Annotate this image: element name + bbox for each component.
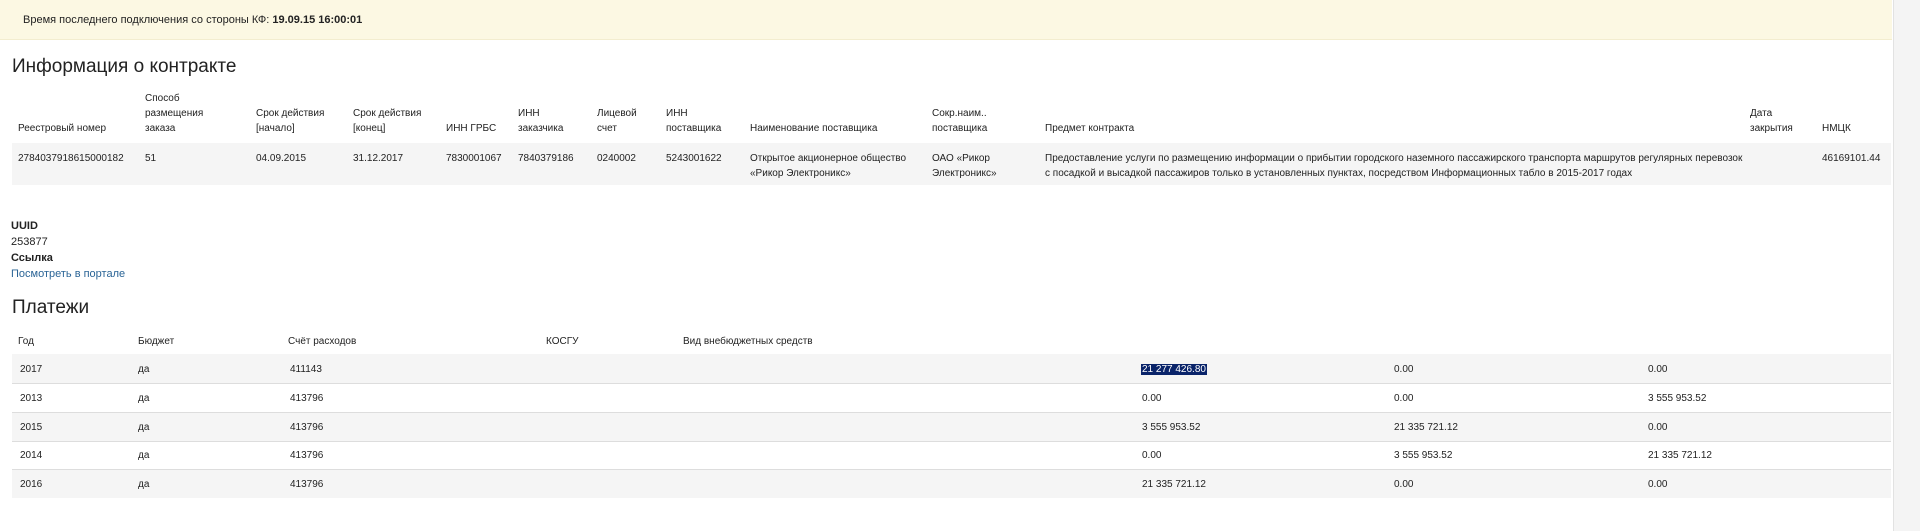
vertical-scrollbar[interactable]: [1893, 0, 1920, 531]
cell-expense-account: 411143: [290, 364, 322, 375]
cell-inn-grbs: 7830001067: [446, 153, 502, 164]
portal-link[interactable]: Посмотреть в портале: [11, 268, 125, 280]
cell-expense-account: 413796: [290, 422, 324, 433]
last-connection-label: Время последнего подключения со стороны …: [23, 14, 273, 26]
cell-start: 04.09.2015: [256, 153, 307, 164]
th-subject: Предмет контракта: [1045, 123, 1135, 134]
th-start: Срок действия [начало]: [256, 108, 325, 134]
last-connection-banner: Время последнего подключения со стороны …: [0, 0, 1892, 40]
cell-amount-3: 0.00: [1648, 479, 1668, 490]
cell-budget: да: [138, 364, 150, 375]
cell-subject: Предоставление услуги по размещению инфо…: [1045, 153, 1743, 179]
th-reg-number: Реестровый номер: [18, 123, 107, 134]
last-connection-text: Время последнего подключения со стороны …: [23, 14, 362, 26]
cell-budget: да: [138, 450, 150, 461]
cell-amount-1: 0.00: [1142, 450, 1162, 461]
cell-inn-supplier: 5243001622: [666, 153, 722, 164]
cell-budget: да: [138, 479, 150, 490]
cell-year: 2013: [20, 393, 43, 404]
cell-supplier-short: ОАО «Рикор Электроникс»: [932, 153, 997, 179]
cell-amount-1-selected: 21 277 426.80: [1141, 362, 1207, 377]
cell-method: 51: [145, 153, 157, 164]
cell-amount-3: 0.00: [1648, 364, 1668, 375]
cell-supplier-name: Открытое акционерное общество «Рикор Эле…: [750, 153, 907, 179]
cell-amount-2: 0.00: [1394, 479, 1414, 490]
cell-amount-1: 3 555 953.52: [1142, 422, 1201, 433]
th-end: Срок действия [конец]: [353, 108, 422, 134]
cell-expense-account: 413796: [290, 479, 324, 490]
cell-amount-3: 21 335 721.12: [1648, 450, 1712, 461]
th-budget: Бюджет: [138, 336, 175, 347]
cell-budget: да: [138, 422, 150, 433]
th-inn-supplier: ИНН поставщика: [666, 108, 722, 134]
cell-expense-account: 413796: [290, 393, 324, 404]
cell-budget: да: [138, 393, 150, 404]
th-method: Способ размещения заказа: [145, 93, 204, 134]
th-inn-customer: ИНН заказчика: [518, 108, 564, 134]
cell-inn-customer: 7840379186: [518, 153, 574, 164]
th-offbudget: Вид внебюджетных средств: [683, 336, 813, 347]
row-divider: [12, 383, 1891, 384]
cell-nmck: 46169101.44: [1822, 153, 1881, 164]
row-divider: [12, 441, 1891, 442]
th-supplier-name: Наименование поставщика: [750, 123, 878, 134]
cell-amount-3: 3 555 953.52: [1648, 393, 1707, 404]
selected-text: 21 277 426.80: [1141, 364, 1207, 375]
cell-amount-2: 0.00: [1394, 393, 1414, 404]
cell-year: 2016: [20, 479, 43, 490]
cell-amount-1: 0.00: [1142, 393, 1162, 404]
th-close-date: Дата закрытия: [1750, 108, 1793, 134]
cell-reg-number: 2784037918615000182: [18, 153, 124, 164]
th-expense-account: Счёт расходов: [288, 336, 357, 347]
th-year: Год: [18, 336, 34, 347]
th-nmck: НМЦК: [1822, 123, 1851, 134]
th-supplier-short: Сокр.наим.. поставщика: [932, 108, 988, 134]
cell-expense-account: 413796: [290, 450, 324, 461]
cell-amount-2: 21 335 721.12: [1394, 422, 1458, 433]
payments-heading: Платежи: [12, 297, 90, 318]
cell-amount-1: 21 335 721.12: [1142, 479, 1206, 490]
uuid-value: 253877: [11, 236, 48, 248]
last-connection-timestamp: 19.09.15 16:00:01: [272, 14, 363, 26]
th-account: Лицевой счет: [597, 108, 637, 134]
cell-amount-3: 0.00: [1648, 422, 1668, 433]
contract-info-heading: Информация о контракте: [12, 56, 237, 77]
cell-year: 2015: [20, 422, 43, 433]
cell-year: 2017: [20, 364, 43, 375]
cell-amount-2: 3 555 953.52: [1394, 450, 1453, 461]
uuid-label: UUID: [11, 220, 38, 232]
link-label: Ссылка: [11, 252, 53, 264]
cell-year: 2014: [20, 450, 43, 461]
cell-end: 31.12.2017: [353, 153, 404, 164]
th-inn-grbs: ИНН ГРБС: [446, 123, 497, 134]
cell-amount-2: 0.00: [1394, 364, 1414, 375]
cell-account: 0240002: [597, 153, 636, 164]
th-kosgu: КОСГУ: [546, 336, 579, 347]
